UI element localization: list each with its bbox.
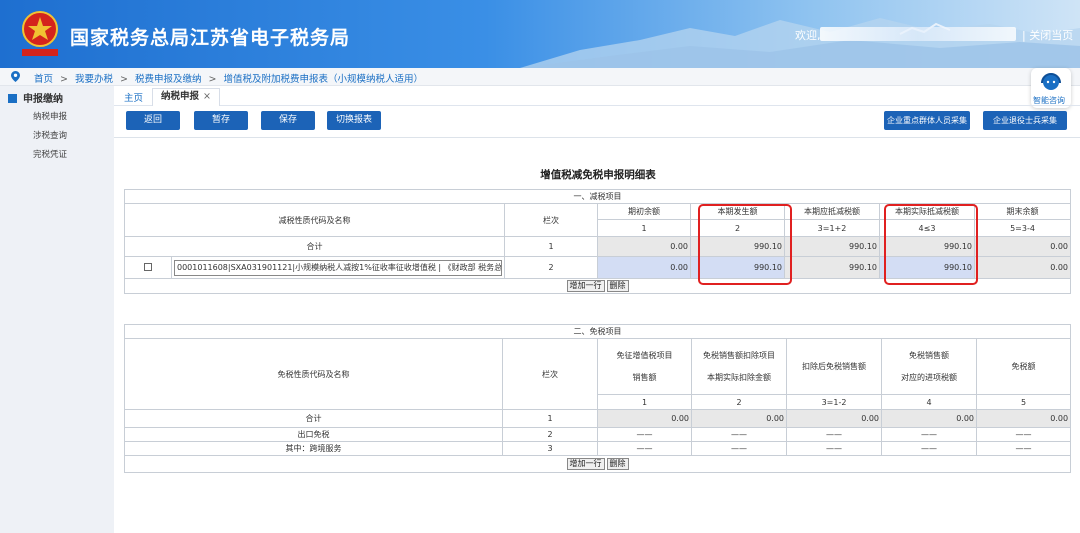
exemption-total-cell: 0.00	[786, 409, 882, 428]
tab-bar: 主页 纳税申报 ×	[114, 86, 1080, 106]
reduction-total-cell: 0.00	[974, 236, 1071, 257]
exemption-header: 免税销售额扣除项目 本期实际扣除金额	[691, 338, 787, 395]
form-title: 增值税减免税申报明细表	[540, 169, 656, 181]
exemption-cell: ——	[975, 427, 1072, 442]
exemption-cell: ——	[597, 441, 692, 456]
site-title: 国家税务总局江苏省电子税务局	[70, 27, 351, 49]
breadcrumb: 首页 > 我要办税 > 税费申报及缴纳 > 增值税及附加税费申报表（小规模纳税人适用）	[34, 74, 423, 85]
breadcrumb-home[interactable]: 首页	[34, 74, 53, 85]
sidebar: 申报缴纳 纳税申报 涉税查询 完税凭证	[0, 86, 114, 533]
breadcrumb-declare-pay[interactable]: 税费申报及缴纳	[135, 74, 202, 85]
exemption-col-num: 2	[691, 394, 787, 410]
exemption-row-line: 2	[502, 427, 598, 442]
reduction-closing-cell: 0.00	[974, 256, 1071, 279]
tab-close-icon[interactable]: ×	[203, 91, 211, 102]
exemption-export-row: 出口免税 2 —— —— —— —— ——	[124, 427, 1072, 442]
exemption-cell: ——	[786, 427, 882, 442]
sidebar-item-tax-declaration[interactable]: 纳税申报	[33, 110, 67, 122]
reduction-col-num: 5=3-4	[974, 219, 1071, 237]
reduction-code-select[interactable]: 0001011608|SXA031901121|小规模纳税人减按1%征收率征收增…	[174, 259, 502, 276]
exemption-row-label: 其中：跨境服务	[124, 441, 503, 456]
exemption-col-num: 4	[881, 394, 977, 410]
tax-emblem-icon	[22, 11, 58, 56]
exemption-delete-button[interactable]: 删除	[606, 458, 629, 470]
exemption-add-row-button[interactable]: 增加一行	[566, 458, 605, 470]
exemption-cell: ——	[691, 441, 787, 456]
exemption-total-label: 合计	[124, 409, 503, 428]
exemption-col-line: 栏次	[502, 338, 598, 410]
site-header: 国家税务总局江苏省电子税务局 欢迎, | 关闭当页	[0, 0, 1080, 68]
user-name-masked	[820, 27, 1016, 41]
tab-home[interactable]: 主页	[124, 90, 143, 104]
reduction-opening-input[interactable]: 0.00	[597, 256, 691, 279]
reduction-col-num: 1	[597, 219, 691, 237]
exemption-col-name: 免税性质代码及名称	[124, 338, 503, 410]
exemption-cell: ——	[597, 427, 692, 442]
exemption-section-title: 二、免税项目	[123, 324, 1072, 339]
exemption-table: 二、免税项目 免税性质代码及名称 栏次 免征增值税项目 销售额 免税销售额扣除项目…	[123, 324, 1072, 473]
row-select-checkbox[interactable]	[144, 262, 152, 271]
breadcrumb-bar: 首页 > 我要办税 > 税费申报及缴纳 > 增值税及附加税费申报表（小规模纳税人适用）	[0, 68, 1080, 86]
reduction-total-cell: 0.00	[597, 236, 691, 257]
reduction-total-line: 1	[504, 236, 598, 257]
exemption-cell: ——	[881, 427, 977, 442]
reduction-total-cell: 990.10	[784, 236, 880, 257]
key-group-collect-button[interactable]: 企业重点群体人员采集	[884, 111, 970, 130]
exemption-total-line: 1	[502, 409, 598, 428]
highlight-current-amount	[698, 204, 792, 285]
exemption-row-line: 3	[502, 441, 598, 456]
exemption-col-num: 3=1-2	[786, 394, 882, 410]
exemption-total-cell: 0.00	[597, 409, 692, 428]
exemption-header: 免税额	[975, 338, 1072, 395]
exemption-cell: ——	[691, 427, 787, 442]
reduction-section-title: 一、减税项目	[124, 189, 1071, 204]
exemption-total-cell: 0.00	[975, 409, 1072, 428]
exemption-header: 免征增值税项目 销售额	[597, 338, 692, 395]
save-button[interactable]: 保存	[261, 111, 315, 130]
exemption-col-num: 5	[975, 394, 1072, 410]
exemption-total-row: 合计 1 0.00 0.00 0.00 0.00 0.00	[124, 409, 1072, 428]
exemption-header: 免税销售额 对应的进项税额	[881, 338, 977, 395]
exemption-cell: ——	[881, 441, 977, 456]
exemption-cell: ——	[975, 441, 1072, 456]
menu-grid-icon	[8, 94, 17, 103]
exemption-crossborder-row: 其中：跨境服务 3 —— —— —— —— ——	[124, 441, 1072, 456]
exemption-total-cell: 0.00	[881, 409, 977, 428]
sidebar-item-tax-query[interactable]: 涉税查询	[33, 129, 67, 141]
close-page-link[interactable]: | 关闭当页	[1022, 27, 1073, 43]
highlight-actual-reduction	[884, 204, 978, 285]
back-button[interactable]: 返回	[126, 111, 180, 130]
reduction-col-line: 栏次	[504, 203, 598, 237]
toolbar-divider	[114, 137, 1080, 138]
reduction-header: 本期应抵减税额	[784, 203, 880, 220]
reduction-header: 期末余额	[974, 203, 1071, 220]
stage-button[interactable]: 暂存	[194, 111, 248, 130]
reduction-col-num: 3=1+2	[784, 219, 880, 237]
reduction-col-name: 减税性质代码及名称	[124, 203, 505, 237]
reduction-row-line: 2	[504, 256, 598, 279]
veteran-collect-button[interactable]: 企业退役士兵采集	[983, 111, 1067, 130]
reduction-add-row-button[interactable]: 增加一行	[566, 280, 605, 292]
sidebar-heading: 申报缴纳	[8, 90, 63, 105]
welcome-text: 欢迎,	[795, 29, 821, 42]
exemption-row-label: 出口免税	[124, 427, 503, 442]
reduction-total-label: 合计	[124, 236, 505, 257]
reduction-header: 期初余额	[597, 203, 691, 220]
breadcrumb-tax-service[interactable]: 我要办税	[75, 74, 113, 85]
switch-report-button[interactable]: 切换报表	[327, 111, 381, 130]
breadcrumb-current: 增值税及附加税费申报表（小规模纳税人适用）	[223, 74, 423, 85]
exemption-cell: ——	[786, 441, 882, 456]
reduction-delete-button[interactable]: 删除	[606, 280, 629, 292]
reduction-payable-cell: 990.10	[784, 256, 880, 279]
sidebar-item-tax-certificate[interactable]: 完税凭证	[33, 148, 67, 160]
exemption-col-num: 1	[597, 394, 692, 410]
exemption-total-cell: 0.00	[691, 409, 787, 428]
exemption-header: 扣除后免税销售额	[786, 338, 882, 395]
tab-tax-declaration[interactable]: 纳税申报 ×	[152, 88, 220, 106]
location-pin-icon	[11, 71, 20, 82]
